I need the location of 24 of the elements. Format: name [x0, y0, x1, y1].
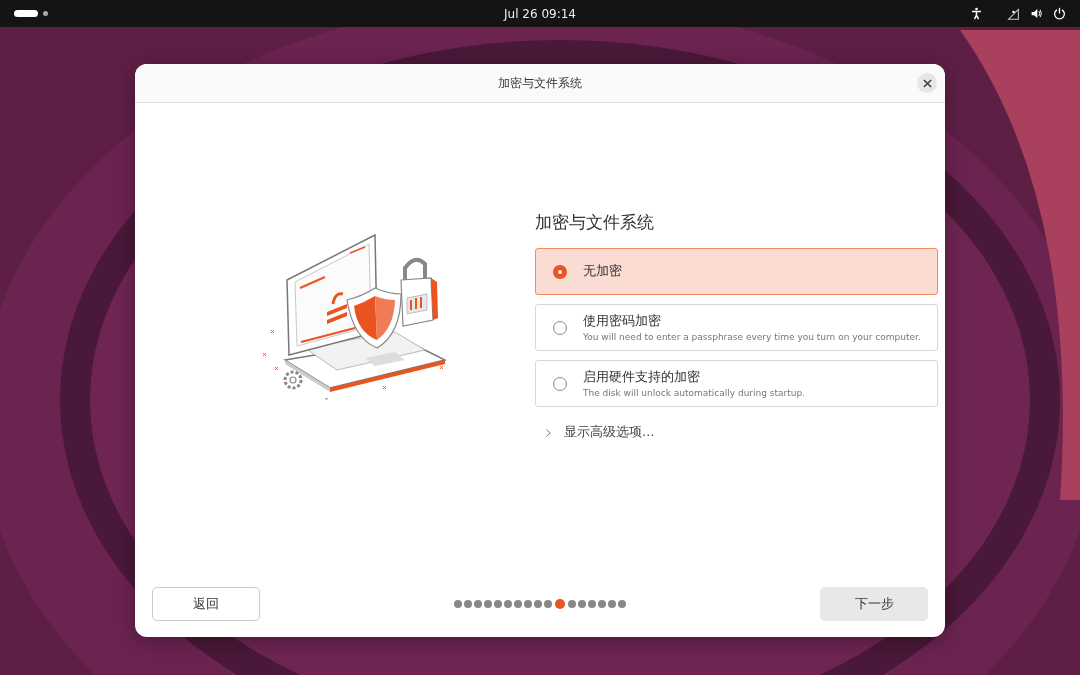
back-button[interactable]: 返回 — [152, 587, 260, 621]
clock[interactable]: Jul 26 09:14 — [504, 6, 576, 21]
close-button[interactable] — [917, 73, 937, 93]
encryption-option[interactable]: 无加密 — [535, 248, 938, 295]
option-description: The disk will unlock automatically during startup. — [583, 388, 806, 398]
option-label: 使用密码加密 — [583, 313, 662, 330]
workspace-indicator[interactable] — [14, 10, 38, 17]
next-button[interactable]: 下一步 — [820, 587, 928, 621]
page-heading: 加密与文件系统 — [535, 211, 655, 234]
encryption-option[interactable]: 启用硬件支持的加密 The disk will unlock automatically during startup. — [535, 360, 938, 407]
accessibility-icon[interactable] — [970, 7, 983, 20]
option-label: 无加密 — [583, 263, 622, 280]
option-description: You will need to enter a passphrase every time you turn on your computer. — [583, 332, 921, 342]
encryption-option[interactable]: 使用密码加密 You will need to enter a passphrase every time you turn on your computer. — [535, 304, 938, 351]
advanced-options-toggle[interactable]: 显示高级选项… — [535, 416, 938, 449]
radio-button[interactable] — [553, 264, 567, 279]
close-icon — [922, 78, 932, 88]
volume-icon[interactable] — [1030, 7, 1043, 20]
workspace-dot[interactable] — [43, 11, 48, 16]
window-title: 加密与文件系统 — [498, 74, 582, 92]
network-icon[interactable] — [1007, 7, 1020, 20]
power-icon[interactable] — [1053, 7, 1066, 20]
option-label: 启用硬件支持的加密 — [583, 369, 701, 386]
chevron-icon — [545, 427, 552, 438]
